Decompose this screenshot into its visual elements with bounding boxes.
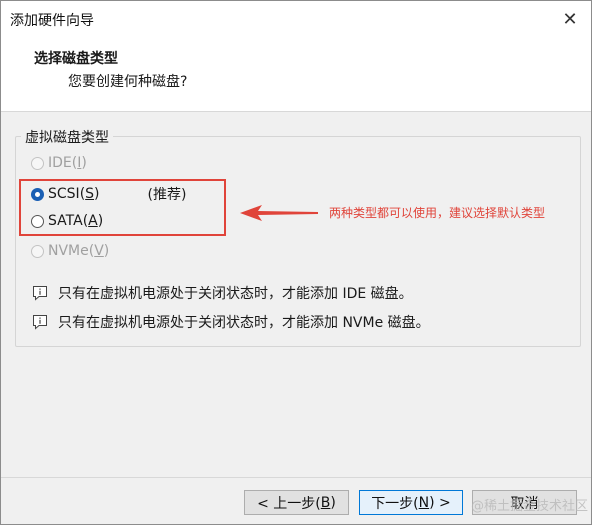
next-button[interactable]: 下一步(N) > [359, 490, 463, 515]
wizard-header: 选择磁盘类型 您要创建何种磁盘? [1, 37, 591, 112]
info-note-nvme: 只有在虚拟机电源处于关闭状态时，才能添加 NVMe 磁盘。 [32, 312, 430, 332]
close-button[interactable]: ✕ [555, 5, 585, 33]
footer-divider [1, 477, 591, 478]
radio-nvme[interactable]: NVMe(V) [31, 243, 109, 259]
radio-ide-indicator[interactable] [31, 156, 44, 170]
radio-nvme-indicator[interactable] [31, 244, 44, 258]
radio-ide-label: IDE(I) [48, 155, 87, 171]
info-note-nvme-text: 只有在虚拟机电源处于关闭状态时，才能添加 NVMe 磁盘。 [58, 315, 430, 331]
arrow-left-icon [240, 205, 318, 221]
title-bar: 添加硬件向导 ✕ [1, 1, 591, 37]
info-note-ide: 只有在虚拟机电源处于关闭状态时，才能添加 IDE 磁盘。 [32, 283, 413, 303]
page-subtitle: 您要创建何种磁盘? [68, 74, 188, 90]
wizard-window: 添加硬件向导 ✕ 选择磁盘类型 您要创建何种磁盘? 虚拟磁盘类型 IDE(I) … [0, 0, 592, 525]
radio-ide[interactable]: IDE(I) [31, 155, 87, 171]
disk-type-legend: 虚拟磁盘类型 [21, 127, 113, 147]
highlight-box [19, 179, 226, 236]
info-bubble-icon [33, 315, 47, 330]
close-icon: ✕ [562, 8, 578, 30]
info-note-ide-text: 只有在虚拟机电源处于关闭状态时，才能添加 IDE 磁盘。 [58, 286, 413, 302]
radio-nvme-label: NVMe(V) [48, 243, 110, 259]
annotation-text: 两种类型都可以使用，建议选择默认类型 [329, 206, 546, 220]
back-button[interactable]: < 上一步(B) [244, 490, 349, 515]
page-title: 选择磁盘类型 [34, 51, 118, 67]
window-title: 添加硬件向导 [10, 13, 94, 29]
info-bubble-icon [33, 286, 47, 301]
cancel-button[interactable]: 取消 [472, 490, 577, 515]
